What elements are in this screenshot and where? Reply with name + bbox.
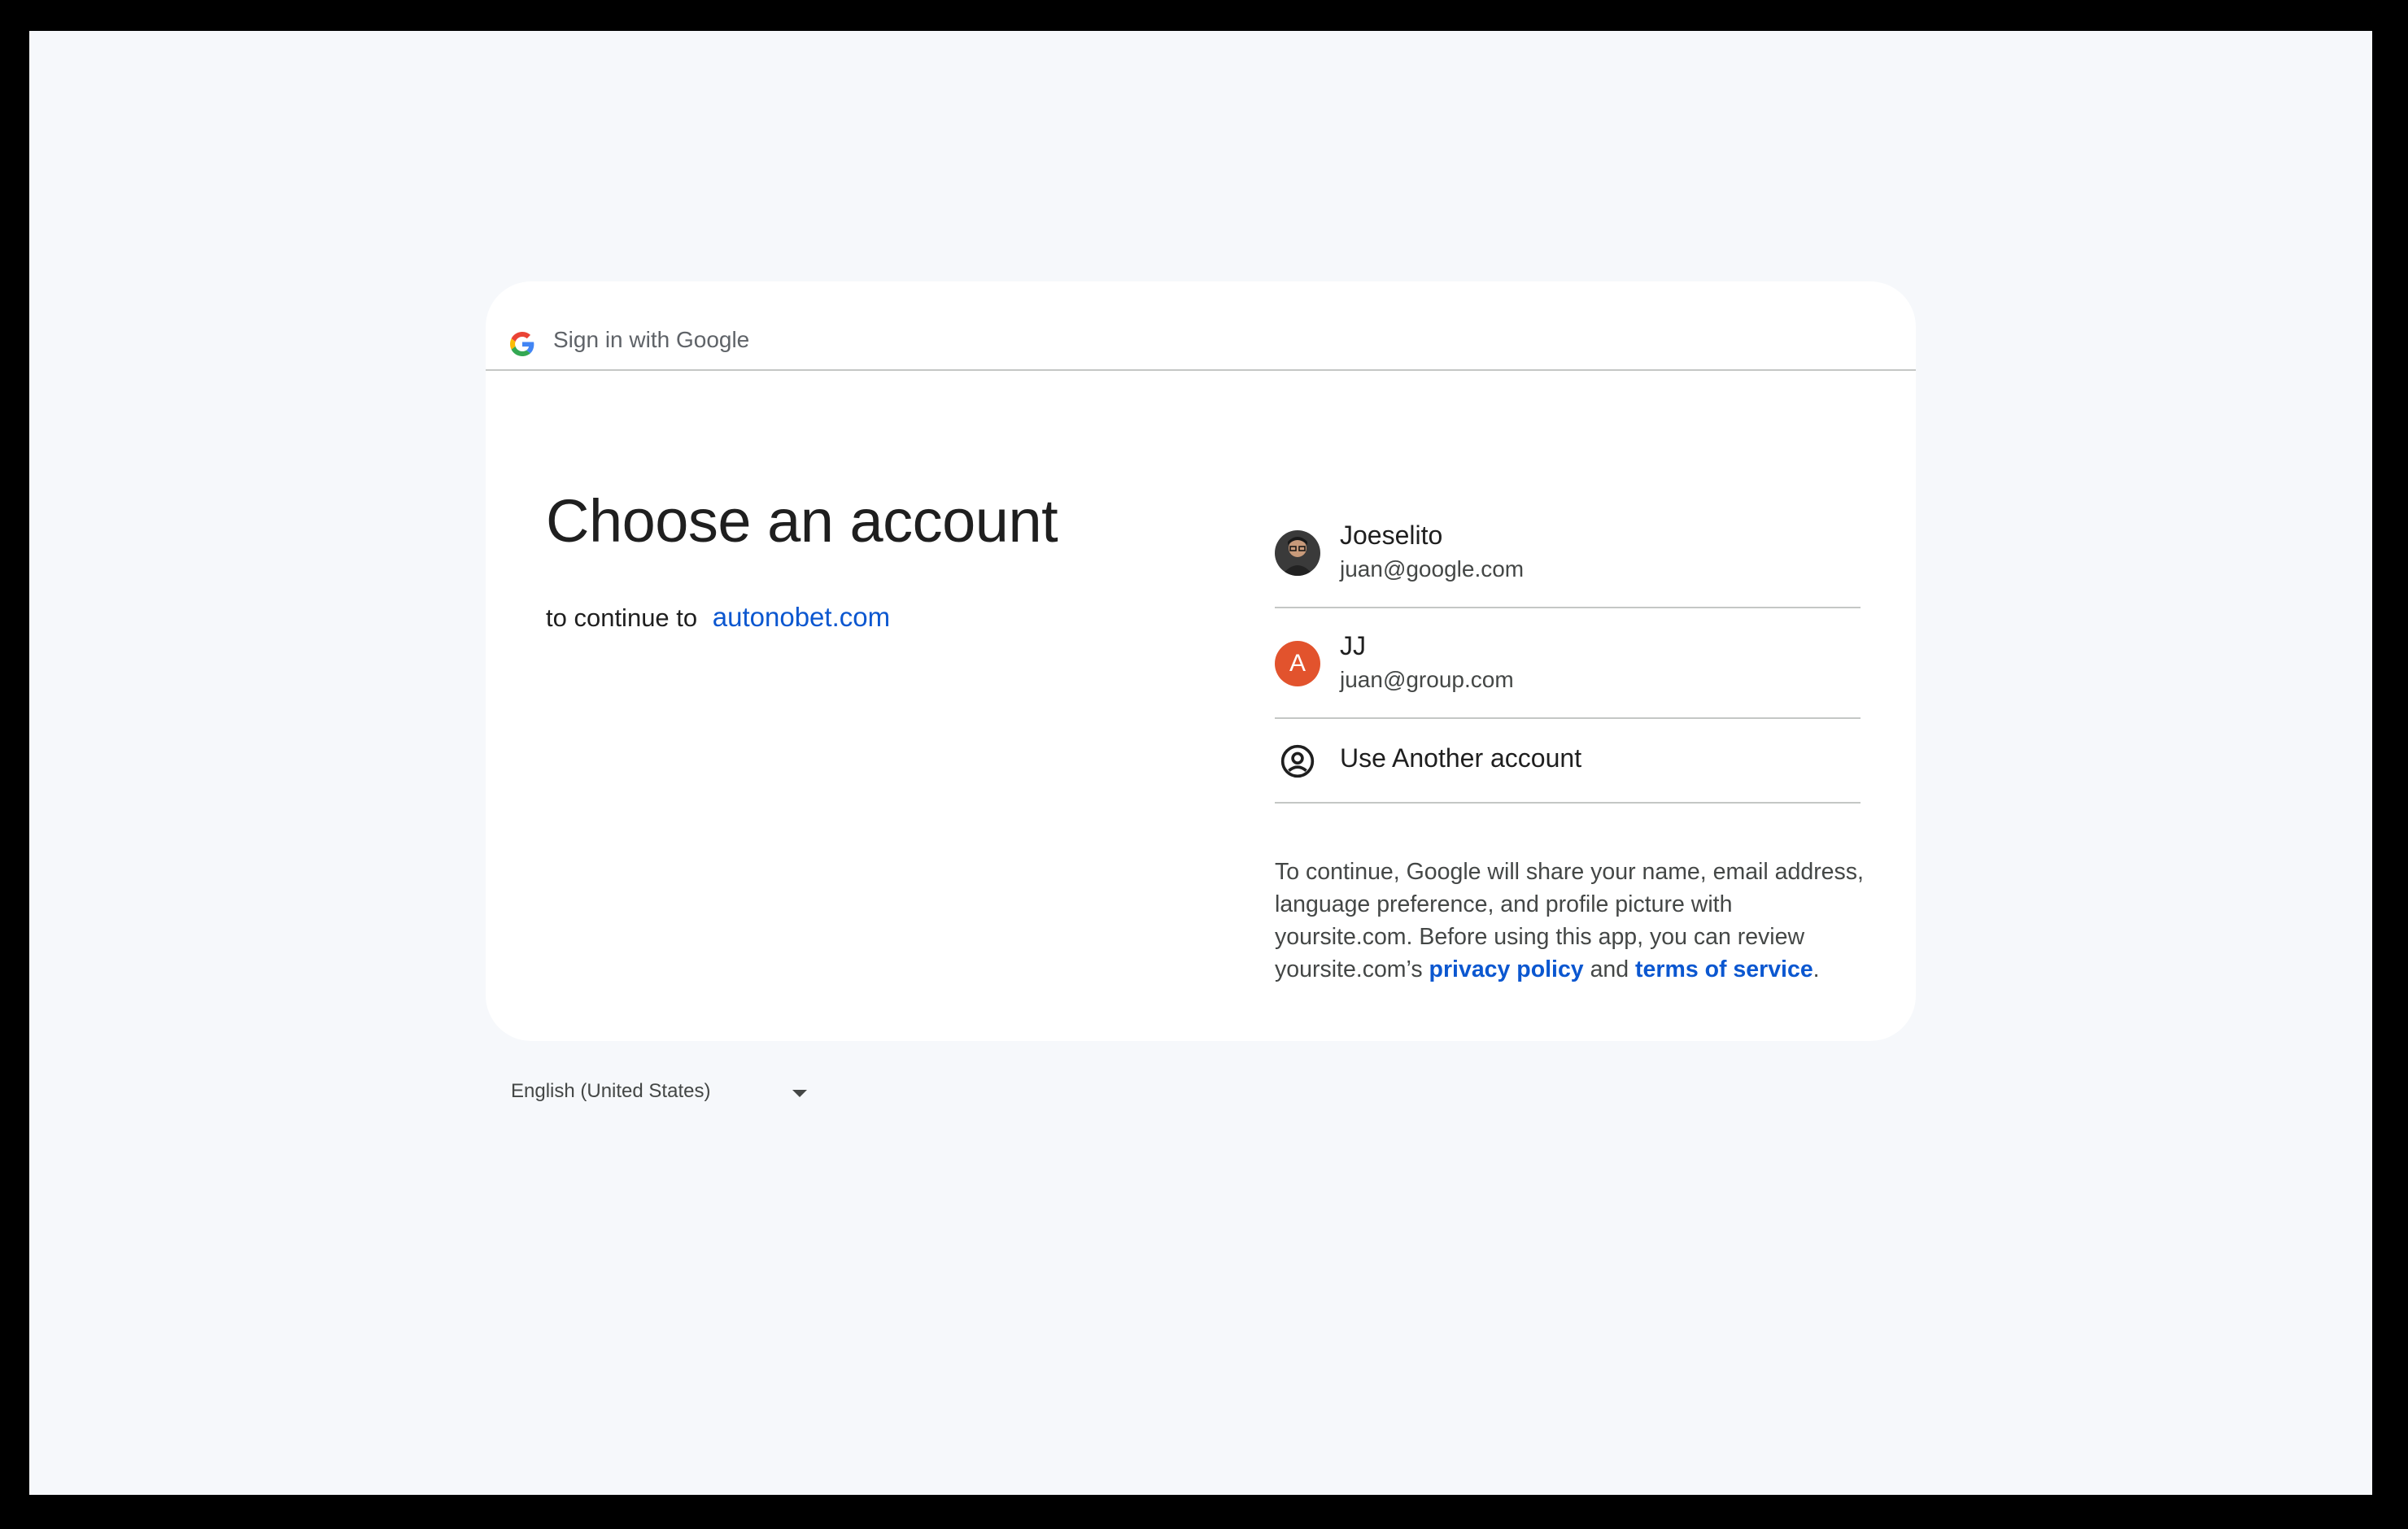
account-circle-icon xyxy=(1280,744,1315,778)
google-g-icon xyxy=(510,332,534,356)
screen: Sign in with Google Choose an account to… xyxy=(29,31,2372,1495)
account-email: juan@group.com xyxy=(1340,667,1514,692)
consent-disclaimer: To continue, Google will share your name… xyxy=(1275,856,1869,986)
use-another-account-label: Use Another account xyxy=(1340,743,1582,773)
page-title: Choose an account xyxy=(546,487,1058,555)
account-item-joeselito[interactable]: Joeselito juan@google.com xyxy=(1275,498,1861,608)
continue-to-text: to continue to autonobet.com xyxy=(546,602,890,633)
profile-photo-icon xyxy=(1275,530,1320,576)
language-selector[interactable]: English (United States) xyxy=(511,1069,820,1117)
privacy-policy-link[interactable]: privacy policy xyxy=(1429,956,1584,982)
account-email: juan@google.com xyxy=(1340,556,1525,582)
disclaimer-end: . xyxy=(1813,956,1820,982)
account-item-jj[interactable]: A JJ juan@group.com xyxy=(1275,608,1861,719)
use-another-account-button[interactable]: Use Another account xyxy=(1275,719,1861,804)
card-header: Sign in with Google xyxy=(486,281,1916,371)
continue-site-link[interactable]: autonobet.com xyxy=(713,602,890,632)
account-name: JJ xyxy=(1340,631,1366,660)
caret-down-icon xyxy=(792,1090,807,1097)
avatar xyxy=(1275,530,1320,576)
terms-of-service-link[interactable]: terms of service xyxy=(1635,956,1813,982)
continue-prefix: to continue to xyxy=(546,603,698,632)
disclaimer-and: and xyxy=(1590,956,1629,982)
header-title: Sign in with Google xyxy=(553,327,750,352)
sign-in-card: Sign in with Google Choose an account to… xyxy=(486,281,1916,1041)
avatar: A xyxy=(1275,641,1320,686)
account-name: Joeselito xyxy=(1340,521,1443,550)
account-list: Joeselito juan@google.com A JJ juan@grou… xyxy=(1275,498,1861,804)
language-label: English (United States) xyxy=(511,1080,711,1102)
